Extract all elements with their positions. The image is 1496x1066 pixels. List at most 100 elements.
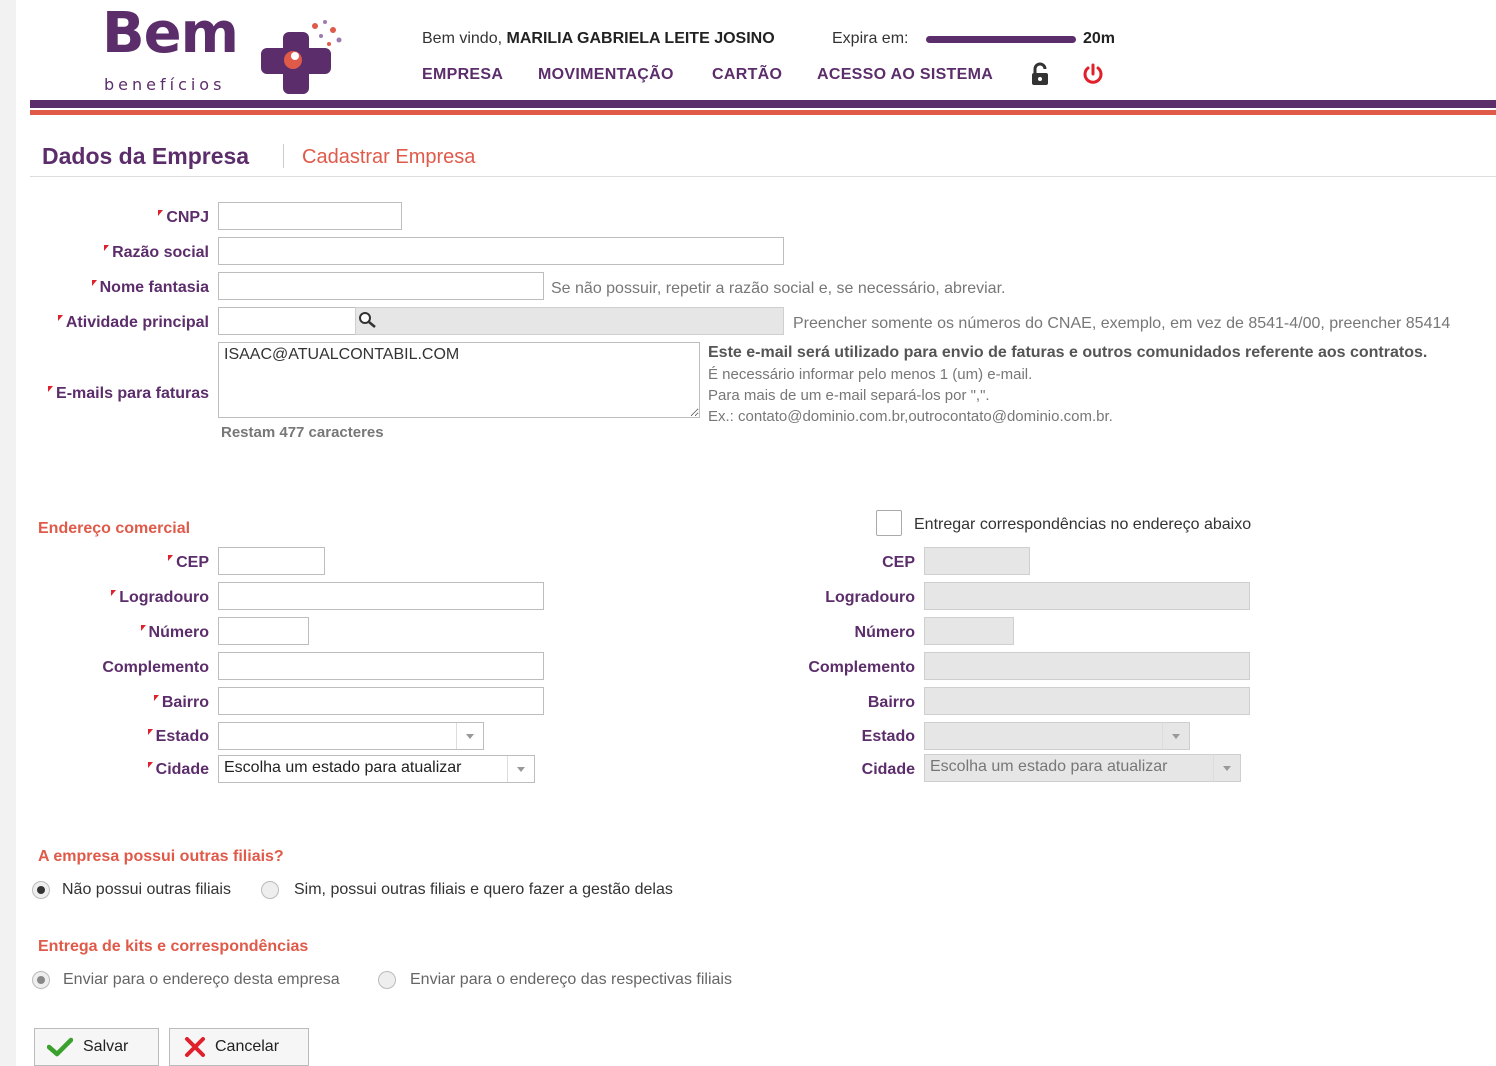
delivery-complemento-label: Complemento xyxy=(808,659,915,676)
logradouro-label-text: Logradouro xyxy=(119,589,209,606)
emails-textarea[interactable] xyxy=(218,342,700,418)
welcome-prefix: Bem vindo, xyxy=(422,30,503,47)
title-rule xyxy=(30,176,1496,177)
search-icon[interactable] xyxy=(358,311,378,329)
emails-label-text: E-mails para faturas xyxy=(56,385,209,402)
estado-select[interactable] xyxy=(218,722,484,750)
numero-label: Número xyxy=(141,623,209,643)
chevron-down-icon xyxy=(1213,755,1240,781)
complemento-input[interactable] xyxy=(218,652,544,680)
logo-cross-icon xyxy=(261,20,342,94)
kits-filiais-radio[interactable] xyxy=(378,971,396,989)
delivery-logradouro-input xyxy=(924,582,1250,610)
cancel-button-label: Cancelar xyxy=(215,1038,280,1055)
delivery-cep-input xyxy=(924,547,1030,575)
filiais-yes-label[interactable]: Sim, possui outras filiais e quero fazer… xyxy=(294,880,673,900)
nome-fantasia-input[interactable] xyxy=(218,272,544,300)
razao-social-label: Razão social xyxy=(104,243,209,263)
cep-label: CEP xyxy=(168,553,209,573)
nav-acesso-ao-sistema[interactable]: ACESSO AO SISTEMA xyxy=(817,65,993,85)
filiais-question: A empresa possui outras filiais? xyxy=(38,848,284,865)
emails-hint-2: Para mais de um e-mail separá-los por ",… xyxy=(708,387,990,404)
atividade-label-text: Atividade principal xyxy=(65,314,209,331)
filiais-no-radio[interactable] xyxy=(32,881,50,899)
logradouro-label: Logradouro xyxy=(111,588,209,608)
delivery-numero-input xyxy=(924,617,1014,645)
delivery-bairro-input xyxy=(924,687,1250,715)
cep-input[interactable] xyxy=(218,547,325,575)
cnpj-label: CNPJ xyxy=(158,208,209,228)
cidade-select[interactable]: Escolha um estado para atualizar xyxy=(218,755,535,783)
close-icon xyxy=(185,1037,205,1057)
emails-label: E-mails para faturas xyxy=(48,384,209,404)
page-subtitle: Cadastrar Empresa xyxy=(302,146,476,168)
cancel-button[interactable]: Cancelar xyxy=(169,1028,309,1066)
page-title: Dados da Empresa xyxy=(42,143,250,169)
delivery-cidade-label: Cidade xyxy=(861,761,915,778)
cidade-select-value: Escolha um estado para atualizar xyxy=(224,759,462,776)
complemento-label: Complemento xyxy=(102,659,209,676)
save-button-label: Salvar xyxy=(83,1038,129,1055)
emails-char-counter: Restam 477 caracteres xyxy=(221,424,384,441)
welcome-text: Bem vindo, MARILIA GABRIELA LEITE JOSINO xyxy=(422,29,775,49)
power-icon[interactable] xyxy=(1082,63,1104,85)
check-icon xyxy=(47,1037,73,1057)
nome-fantasia-label: Nome fantasia xyxy=(92,278,209,298)
kits-title: Entrega de kits e correspondências xyxy=(38,938,309,955)
user-name: MARILIA GABRIELA LEITE JOSINO xyxy=(506,30,775,47)
session-expiry-label: Expira em: xyxy=(832,30,909,47)
delivery-numero-label: Número xyxy=(854,624,915,641)
estado-label: Estado xyxy=(148,727,209,747)
emails-hint-1: É necessário informar pelo menos 1 (um) … xyxy=(708,366,1033,383)
atividade-label: Atividade principal xyxy=(58,313,209,333)
chevron-down-icon xyxy=(507,756,534,782)
razao-social-input[interactable] xyxy=(218,237,784,265)
bairro-input[interactable] xyxy=(218,687,544,715)
session-timer-bar xyxy=(926,36,1076,43)
delivery-cidade-select-value: Escolha um estado para atualizar xyxy=(930,758,1168,775)
title-divider xyxy=(283,144,284,168)
lock-icon[interactable] xyxy=(1029,62,1051,86)
nav-empresa[interactable]: EMPRESA xyxy=(422,65,503,85)
bairro-label-text: Bairro xyxy=(161,694,209,711)
nome-fantasia-hint: Se não possuir, repetir a razão social e… xyxy=(551,280,1006,297)
nav-cartao[interactable]: CARTÃO xyxy=(712,65,782,85)
filiais-no-label[interactable]: Não possui outras filiais xyxy=(62,880,231,900)
logo-subtitle: benefícios xyxy=(104,75,226,94)
nav-movimentacao[interactable]: MOVIMENTAÇÃO xyxy=(538,65,674,85)
save-button[interactable]: Salvar xyxy=(34,1028,159,1066)
emails-hint-main: Este e-mail será utilizado para envio de… xyxy=(708,344,1428,361)
kits-empresa-radio[interactable] xyxy=(32,971,50,989)
endereco-comercial-title: Endereço comercial xyxy=(38,520,191,537)
chevron-down-icon xyxy=(456,723,483,749)
atividade-search-field[interactable] xyxy=(355,307,784,335)
page: Bem benefícios Bem vindo, MARILIA GABRIE… xyxy=(16,0,1496,1066)
session-timer-value: 20m xyxy=(1083,30,1116,47)
delivery-bairro-label: Bairro xyxy=(867,694,915,711)
cep-label-text: CEP xyxy=(176,554,209,571)
atividade-code-input[interactable] xyxy=(218,307,356,335)
header-stripe-purple xyxy=(30,100,1496,108)
cidade-label-text: Cidade xyxy=(155,761,209,778)
numero-label-text: Número xyxy=(148,624,209,641)
cnpj-input[interactable] xyxy=(218,202,402,230)
cnpj-label-text: CNPJ xyxy=(166,209,209,226)
emails-hint-3: Ex.: contato@dominio.com.br,outrocontato… xyxy=(708,408,1113,425)
kits-empresa-label[interactable]: Enviar para o endereço desta empresa xyxy=(63,970,340,990)
numero-input[interactable] xyxy=(218,617,309,645)
delivery-logradouro-label: Logradouro xyxy=(825,589,915,606)
logradouro-input[interactable] xyxy=(218,582,544,610)
delivery-cidade-select: Escolha um estado para atualizar xyxy=(924,754,1241,782)
logo-text: Bem xyxy=(102,1,239,66)
chevron-down-icon xyxy=(1162,723,1189,749)
header-stripe-red xyxy=(30,110,1496,115)
deliver-here-label: Entregar correspondências no endereço ab… xyxy=(914,516,1252,533)
deliver-here-checkbox[interactable] xyxy=(876,510,902,536)
filiais-yes-radio[interactable] xyxy=(261,881,279,899)
razao-social-label-text: Razão social xyxy=(112,244,209,261)
bairro-label: Bairro xyxy=(154,693,209,713)
nome-fantasia-label-text: Nome fantasia xyxy=(99,279,209,296)
delivery-estado-label: Estado xyxy=(861,728,915,745)
delivery-estado-select xyxy=(924,722,1190,750)
kits-filiais-label[interactable]: Enviar para o endereço das respectivas f… xyxy=(410,970,732,990)
